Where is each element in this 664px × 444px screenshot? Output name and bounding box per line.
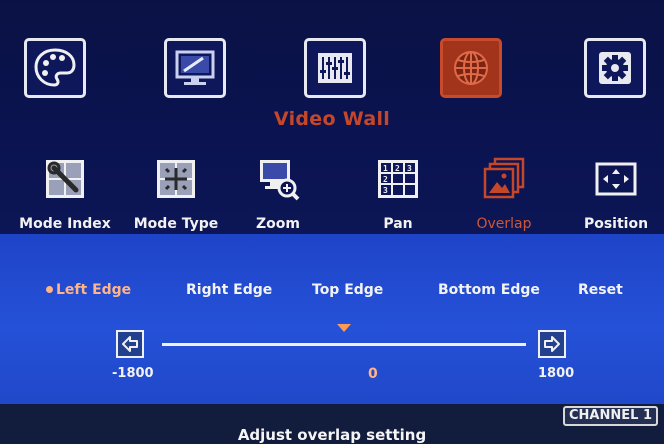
- slider-min-label: -1800: [112, 366, 154, 381]
- option-top-edge[interactable]: Top Edge: [312, 282, 383, 298]
- zoom-icon: [260, 160, 300, 201]
- hint-text: Adjust overlap setting: [237, 426, 427, 444]
- palette-menu-button[interactable]: [24, 38, 86, 98]
- slider-max-label: 1800: [538, 366, 575, 381]
- submenu-position[interactable]: Position: [561, 156, 664, 232]
- overlap-icon: [483, 157, 525, 199]
- option-bottom-edge[interactable]: Bottom Edge: [438, 282, 540, 298]
- slider-value-label: 0: [368, 366, 378, 382]
- option-label: Reset: [578, 282, 623, 298]
- monitor-settings-icon: [175, 50, 215, 85]
- mode-type-icon: [157, 160, 195, 198]
- svg-text:2: 2: [395, 164, 400, 173]
- submenu-mode-index[interactable]: Mode Index: [10, 156, 120, 232]
- position-icon: [595, 162, 637, 196]
- mode-index-icon: [46, 160, 84, 198]
- slider-track[interactable]: [162, 343, 526, 346]
- submenu-label: Mode Type: [133, 216, 219, 232]
- audio-menu-button[interactable]: [304, 38, 366, 98]
- submenu-zoom[interactable]: Zoom: [223, 156, 333, 232]
- option-right-edge[interactable]: Right Edge: [186, 282, 272, 298]
- option-left-edge[interactable]: Left Edge: [46, 282, 131, 298]
- submenu-label: Position: [583, 216, 649, 232]
- svg-text:1: 1: [383, 164, 388, 173]
- display-menu-button[interactable]: [164, 38, 226, 98]
- submenu-label: Overlap: [476, 216, 532, 232]
- channel-badge: CHANNEL 1: [563, 406, 658, 426]
- pan-grid-icon: 123 23: [378, 160, 418, 198]
- osd-screen: Video Wall Mode Index Mode Type Zoom 1 2…: [0, 0, 664, 444]
- option-reset[interactable]: Reset: [578, 282, 623, 298]
- svg-text:3: 3: [407, 164, 412, 173]
- submenu-mode-type[interactable]: Mode Type: [121, 156, 231, 232]
- submenu-label: Zoom: [256, 216, 300, 232]
- option-label: Left Edge: [56, 282, 132, 298]
- submenu-pan[interactable]: 123 23 Pan: [343, 156, 453, 232]
- decrease-button[interactable]: [116, 330, 144, 358]
- svg-text:3: 3: [383, 186, 388, 195]
- equalizer-icon: [318, 53, 352, 83]
- arrow-left-icon: [122, 336, 138, 352]
- submenu-label: Mode Index: [19, 216, 111, 232]
- globe-icon: [454, 51, 488, 85]
- option-label: Top Edge: [312, 282, 384, 298]
- option-label: Right Edge: [186, 282, 273, 298]
- video-wall-menu-button[interactable]: [440, 38, 502, 98]
- palette-icon: [34, 48, 76, 87]
- submenu-overlap[interactable]: Overlap: [449, 156, 559, 232]
- svg-text:2: 2: [383, 175, 388, 184]
- slider-pointer-icon[interactable]: [337, 324, 351, 332]
- increase-button[interactable]: [538, 330, 566, 358]
- submenu-label: Pan: [383, 216, 413, 232]
- settings-menu-button[interactable]: [584, 38, 646, 98]
- selected-dot-icon: [46, 285, 53, 293]
- gear-icon: [599, 52, 631, 84]
- arrow-right-icon: [544, 336, 560, 352]
- menu-title: Video Wall: [273, 108, 391, 130]
- option-label: Bottom Edge: [438, 282, 540, 298]
